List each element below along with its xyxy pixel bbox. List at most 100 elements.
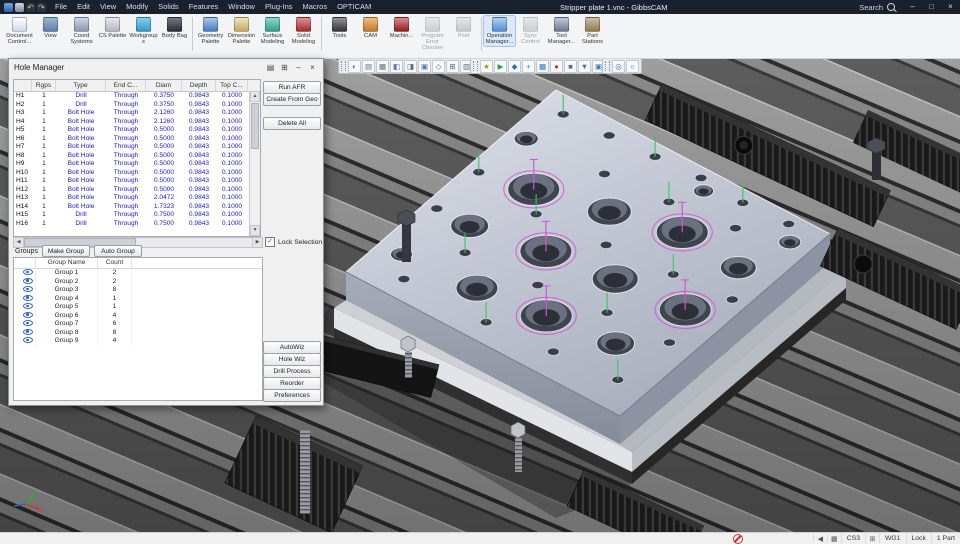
undo-icon[interactable]: ↶ <box>26 3 35 12</box>
hole-row[interactable]: H71Bolt HoleThrough0.50000.98430.1000 <box>14 143 260 152</box>
column-header-6[interactable]: Top C... <box>216 80 248 91</box>
display-controls-icon-1[interactable]: ★ <box>480 60 493 73</box>
lock-indicator[interactable]: Lock <box>906 533 931 544</box>
group-row[interactable]: Group 94 <box>14 337 262 346</box>
menu-opticam[interactable]: OPTICAM <box>332 0 376 14</box>
menu-modify[interactable]: Modify <box>121 0 153 14</box>
toolbar-cam[interactable]: CAM <box>355 16 386 40</box>
toolbar-grip-icon[interactable] <box>473 61 478 71</box>
eye-icon[interactable] <box>23 336 32 344</box>
auto-group-button[interactable]: Auto Group <box>94 245 142 257</box>
hole-row[interactable]: H31Bolt HoleThrough2.12600.98430.1000 <box>14 109 260 118</box>
redo-icon[interactable]: ↷ <box>37 3 46 12</box>
toolbar-grip-icon[interactable] <box>605 61 610 71</box>
part-indicator[interactable]: 1 Part <box>931 533 960 544</box>
eye-icon[interactable] <box>23 310 32 318</box>
hole-row[interactable]: H161DrillThrough0.75000.98430.1000 <box>14 220 260 229</box>
toolbar-coord-systems[interactable]: Coord Systems <box>66 16 97 46</box>
grid-icon[interactable]: ⊞ <box>865 535 879 543</box>
view-controls-icon-6[interactable]: ▣ <box>418 60 431 73</box>
display-controls-icon-5[interactable]: ▦ <box>536 60 549 73</box>
toolbar-tool-manager[interactable]: Tool Manager... <box>546 16 577 46</box>
view-controls-icon-3[interactable]: ▦ <box>376 60 389 73</box>
display-controls-icon-2[interactable]: ▶ <box>494 60 507 73</box>
display-controls-icon-7[interactable]: ■ <box>564 60 577 73</box>
menu-edit[interactable]: Edit <box>72 0 95 14</box>
close-button[interactable]: × <box>941 0 960 14</box>
toolbar-machining[interactable]: Machin... <box>386 16 417 40</box>
group-name-column[interactable]: Group Name <box>36 258 98 268</box>
hole-row[interactable]: H11DrillThrough0.37500.98430.1000 <box>14 92 260 101</box>
save-icon[interactable] <box>15 3 24 12</box>
eye-icon[interactable] <box>23 285 32 293</box>
eye-icon[interactable] <box>23 302 32 310</box>
eye-icon[interactable] <box>23 276 32 284</box>
group-count-column[interactable]: Count <box>98 258 132 268</box>
view-controls-icon-1[interactable]: ◐ <box>348 60 361 73</box>
toolbar-part-stations[interactable]: Part Stations <box>577 16 608 46</box>
wg-indicator[interactable]: WG1 <box>879 533 905 544</box>
toolbar-cs-palette[interactable]: CS Palette <box>97 16 128 40</box>
group-row[interactable]: Group 38 <box>14 286 262 295</box>
view-controls-icon-5[interactable]: ◨ <box>404 60 417 73</box>
eye-icon[interactable] <box>23 268 32 276</box>
menu-window[interactable]: Window <box>223 0 260 14</box>
view-controls-icon-4[interactable]: ◧ <box>390 60 403 73</box>
hole-row[interactable]: H81Bolt HoleThrough0.50000.98430.1000 <box>14 152 260 161</box>
hole-row[interactable]: H91Bolt HoleThrough0.50000.98430.1000 <box>14 160 260 169</box>
view-controls-icon-2[interactable]: ▤ <box>362 60 375 73</box>
toolbar-solid-modeling[interactable]: Solid Modeling <box>288 16 319 46</box>
scroll-up-icon[interactable]: ▲ <box>250 91 260 102</box>
toolbar-grip-icon[interactable] <box>341 61 346 71</box>
pin-icon[interactable]: ⊞ <box>279 63 290 72</box>
column-header-3[interactable]: End C... <box>106 80 146 91</box>
toolbar-tools[interactable]: Tools <box>324 16 355 40</box>
group-row[interactable]: Group 51 <box>14 303 262 312</box>
hole-row[interactable]: H51Bolt HoleThrough0.50000.98430.1000 <box>14 126 260 135</box>
scrollbar-thumb[interactable] <box>251 103 259 149</box>
menu-view[interactable]: View <box>95 0 121 14</box>
preferences-button[interactable]: Preferences <box>263 389 321 402</box>
toolbar-body-bag[interactable]: Body Bag <box>159 16 190 40</box>
eye-icon[interactable] <box>23 293 32 301</box>
toolbar-workgroups[interactable]: Workgroups <box>128 16 159 46</box>
dialog-minimize-icon[interactable]: – <box>293 63 304 72</box>
screen-icon[interactable]: ▦ <box>827 535 841 543</box>
display-controls-icon-3[interactable]: ◆ <box>508 60 521 73</box>
viewport-toolbar-render[interactable]: ◎○ <box>602 58 642 74</box>
viewport-toolbar-view[interactable]: ◐▤▦◧◨▣◇⊞▥ <box>338 58 476 74</box>
group-visibility[interactable] <box>14 336 36 348</box>
dock-icon[interactable]: ▤ <box>265 63 276 72</box>
column-header-0[interactable] <box>14 80 32 91</box>
toolbar-geometry-palette[interactable]: Geometry Palette <box>195 16 226 46</box>
search-icon[interactable] <box>887 3 895 11</box>
toolbar-document-control[interactable]: Document Control... <box>4 16 35 46</box>
lock-selection-control[interactable]: ✓ Lock Selection <box>265 237 322 247</box>
toolbar-view[interactable]: View <box>35 16 66 40</box>
menu-plugins[interactable]: Plug-Ins <box>260 0 298 14</box>
minimize-button[interactable]: – <box>903 0 922 14</box>
hole-row[interactable]: H41Bolt HoleThrough2.12600.98430.1000 <box>14 118 260 127</box>
hole-row[interactable]: H61Bolt HoleThrough0.50000.98430.1000 <box>14 135 260 144</box>
prohibition-icon[interactable] <box>733 534 743 544</box>
delete-all-button[interactable]: Delete All <box>263 117 321 130</box>
group-row[interactable]: Group 12 <box>14 269 262 278</box>
view-controls-icon-8[interactable]: ⊞ <box>446 60 459 73</box>
create-from-geo-button[interactable]: Create From Geo <box>263 93 321 106</box>
menu-solids[interactable]: Solids <box>153 0 183 14</box>
hole-row[interactable]: H21DrillThrough0.37500.98430.1000 <box>14 101 260 110</box>
eye-icon[interactable] <box>23 319 32 327</box>
scroll-right-icon[interactable]: ▶ <box>252 238 262 247</box>
scroll-down-icon[interactable]: ▼ <box>250 225 260 236</box>
hole-row[interactable]: H151DrillThrough0.75000.98430.1000 <box>14 211 260 220</box>
search-control[interactable]: Search <box>851 3 903 12</box>
hole-row[interactable]: H101Bolt HoleThrough0.50000.98430.1000 <box>14 169 260 178</box>
render-controls-icon-1[interactable]: ◎ <box>612 60 625 73</box>
dialog-close-icon[interactable]: × <box>307 63 318 72</box>
lock-selection-checkbox[interactable]: ✓ <box>265 237 275 247</box>
dialog-titlebar[interactable]: Hole Manager ▤ ⊞ – × <box>9 59 323 75</box>
column-header-5[interactable]: Depth <box>182 80 216 91</box>
hole-row[interactable]: H111Bolt HoleThrough0.50000.98430.1000 <box>14 177 260 186</box>
group-row[interactable]: Group 76 <box>14 320 262 329</box>
vertical-scrollbar[interactable]: ▲ ▼ <box>249 91 260 236</box>
